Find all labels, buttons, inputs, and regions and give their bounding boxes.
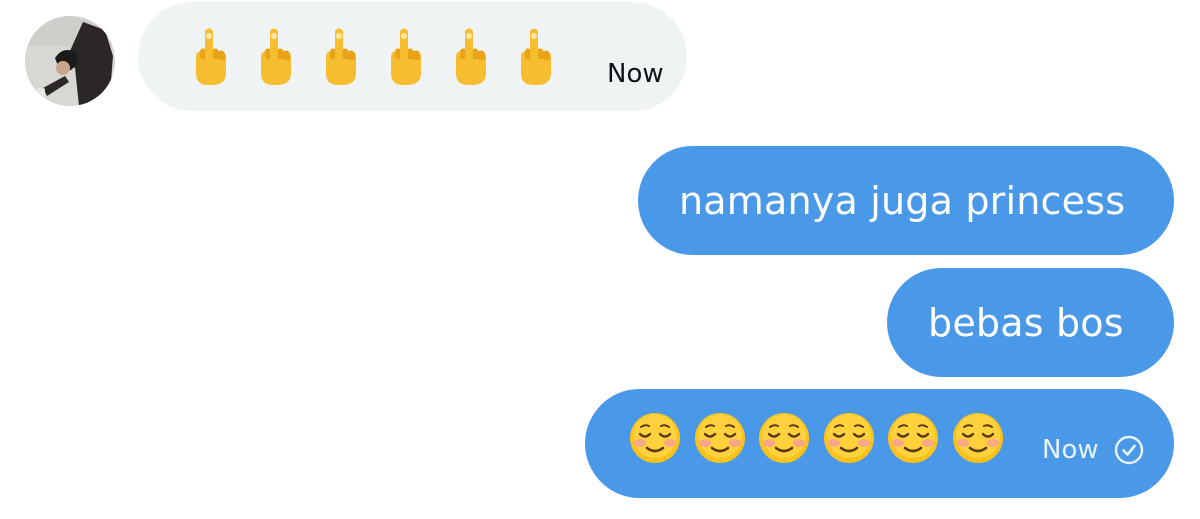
message-text: bebas bos <box>928 300 1124 345</box>
smiling-face-emoji-icon <box>952 412 1017 476</box>
emoji-row <box>190 27 580 87</box>
message-timestamp: Now <box>1042 434 1099 465</box>
middle-finger-emoji-icon <box>385 27 450 87</box>
message-bubble-outgoing[interactable]: bebas bos <box>887 268 1174 377</box>
middle-finger-emoji-icon <box>255 27 320 87</box>
message-bubble-outgoing[interactable]: Now <box>585 389 1174 498</box>
middle-finger-emoji-icon <box>320 27 385 87</box>
smiling-face-emoji-icon <box>887 412 952 476</box>
middle-finger-emoji-icon <box>450 27 515 87</box>
middle-finger-emoji-icon <box>515 27 580 87</box>
smiling-face-emoji-icon <box>758 412 823 476</box>
message-bubble-outgoing[interactable]: namanya juga princess <box>638 146 1174 255</box>
smiling-face-emoji-icon <box>694 412 759 476</box>
middle-finger-emoji-icon <box>190 27 255 87</box>
message-text: namanya juga princess <box>679 178 1126 223</box>
smiling-face-emoji-icon <box>823 412 888 476</box>
smiling-face-emoji-icon <box>629 412 694 476</box>
message-timestamp: Now <box>607 58 664 89</box>
avatar[interactable] <box>25 16 115 106</box>
check-circle-icon <box>1113 434 1145 466</box>
message-bubble-incoming[interactable]: Now <box>138 2 687 111</box>
emoji-row <box>629 412 1016 476</box>
